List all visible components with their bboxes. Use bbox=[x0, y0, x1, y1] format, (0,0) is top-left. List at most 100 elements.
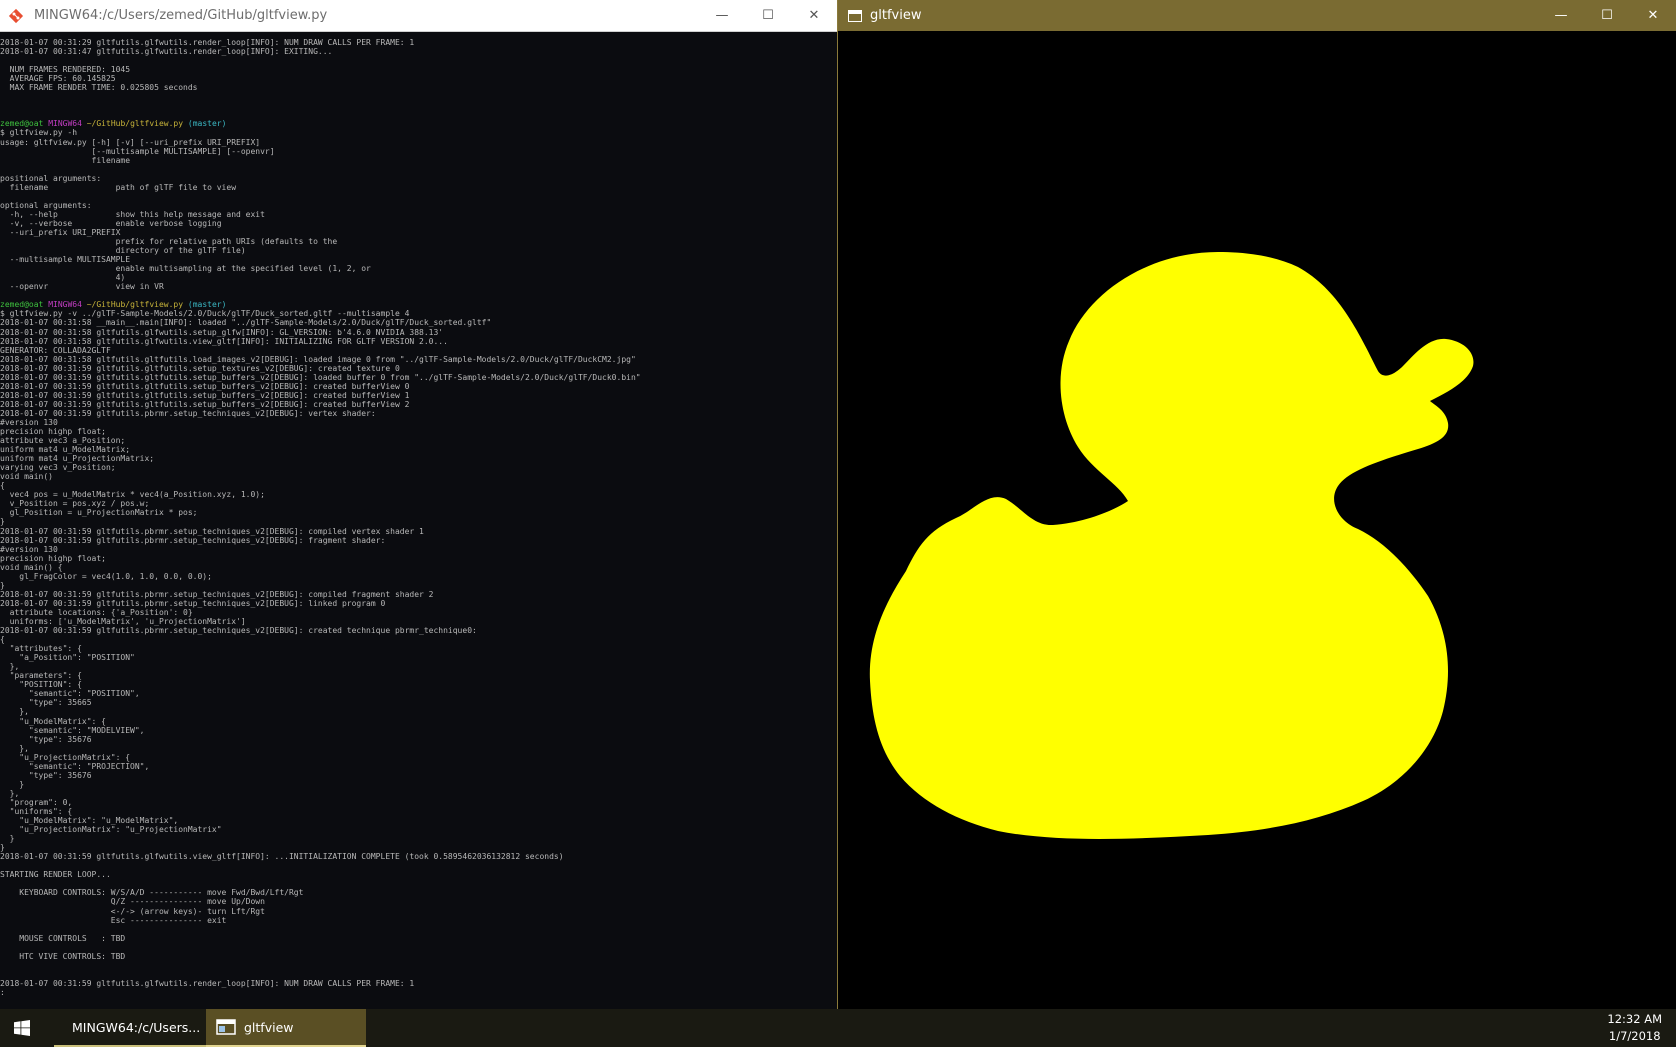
terminal-line: v_Position = pos.xyz / pos.w; bbox=[0, 499, 150, 509]
prompt-path: ~/GitHub/gltfview.py bbox=[86, 300, 184, 310]
terminal-line: --openvr view in VR bbox=[0, 282, 164, 292]
terminal-line: filename bbox=[0, 155, 131, 165]
windows-logo-icon bbox=[14, 1020, 30, 1036]
terminal-line: "u_ProjectionMatrix": "u_ProjectionMatri… bbox=[0, 825, 222, 835]
terminal-line: 2018-01-07 00:31:59 gltfutils.glfwutils.… bbox=[0, 852, 564, 862]
terminal-line: uniforms: ['u_ModelMatrix', 'u_Projectio… bbox=[0, 617, 246, 626]
window-icon bbox=[216, 1019, 236, 1035]
gltfview-title: gltfview bbox=[870, 8, 922, 23]
terminal-line: KEYBOARD CONTROLS: W/S/A/D ----------- m… bbox=[0, 888, 304, 898]
maximize-button[interactable]: ☐ bbox=[745, 0, 791, 31]
taskbar-item-mingw[interactable]: MINGW64:/c/Users... bbox=[54, 1009, 206, 1047]
prompt-path: ~/GitHub/gltfview.py bbox=[86, 119, 184, 129]
minimize-button[interactable]: — bbox=[1538, 0, 1584, 31]
terminal-line: "a_Position": "POSITION" bbox=[0, 653, 135, 663]
terminal-line: { bbox=[0, 481, 5, 491]
terminal-line: --multisample MULTISAMPLE bbox=[0, 255, 131, 265]
shell-prompt: zemed@oat MINGW64 ~/GitHub/gltfview.py (… bbox=[0, 300, 837, 309]
terminal-line: gl_Position = u_ProjectionMatrix * pos; bbox=[0, 508, 198, 518]
terminal-line: usage: gltfview.py [-h] [-v] [--uri_pref… bbox=[0, 137, 261, 147]
window-icon bbox=[848, 9, 862, 22]
terminal-line: 2018-01-07 00:31:59 gltfutils.gltfutils.… bbox=[0, 372, 641, 382]
clock-time: 12:32 AM bbox=[1607, 1012, 1662, 1026]
taskbar-item-gltfview[interactable]: gltfview bbox=[206, 1009, 366, 1047]
terminal-line: 2018-01-07 00:31:58 __main__.main[INFO]:… bbox=[0, 318, 492, 328]
terminal-line: attribute locations: {'a_Position': 0} bbox=[0, 607, 193, 617]
gltfview-titlebar[interactable]: gltfview — ☐ ✕ bbox=[838, 0, 1676, 31]
terminal-line: } bbox=[0, 580, 5, 590]
terminal-line: 2018-01-07 00:31:47 gltfutils.glfwutils.… bbox=[0, 47, 333, 57]
terminal-line: "program": 0, bbox=[0, 797, 73, 807]
start-button[interactable] bbox=[0, 1009, 44, 1047]
prompt-env: MINGW64 bbox=[48, 119, 82, 129]
terminal-line: <-/-> (arrow keys)- turn Lft/Rgt bbox=[0, 906, 265, 916]
shell-prompt: zemed@oat MINGW64 ~/GitHub/gltfview.py (… bbox=[0, 119, 837, 128]
prompt-user: zemed@oat bbox=[0, 119, 44, 129]
render-viewport[interactable] bbox=[838, 31, 1676, 1009]
terminal-line: GENERATOR: COLLADA2GLTF bbox=[0, 345, 111, 355]
terminal-line: precision highp float; bbox=[0, 553, 106, 563]
terminal-line: "u_ProjectionMatrix": { bbox=[0, 752, 131, 762]
terminal-line: 2018-01-07 00:31:29 gltfutils.glfwutils.… bbox=[0, 38, 415, 47]
terminal-line: #version 130 bbox=[0, 417, 58, 427]
terminal-line: STARTING RENDER LOOP... bbox=[0, 870, 111, 880]
terminal-line: "type": 35676 bbox=[0, 770, 92, 780]
terminal-line: Q/Z --------------- move Up/Down bbox=[0, 897, 265, 907]
terminal-line: "parameters": { bbox=[0, 671, 82, 681]
terminal-line: uniform mat4 u_ModelMatrix; bbox=[0, 445, 131, 455]
terminal-line: $ gltfview.py -v ../glTF-Sample-Models/2… bbox=[0, 309, 410, 319]
terminal-line: "POSITION": { bbox=[0, 680, 82, 690]
minimize-button[interactable]: — bbox=[699, 0, 745, 31]
terminal-text: 2018-01-07 00:31:29 gltfutils.glfwutils.… bbox=[0, 38, 837, 997]
terminal-line: : bbox=[0, 987, 5, 997]
terminal-line: void main() bbox=[0, 472, 53, 482]
terminal-line: directory of the glTF file) bbox=[0, 246, 246, 256]
terminal-line: 2018-01-07 00:31:59 gltfutils.pbrmr.setu… bbox=[0, 598, 386, 608]
terminal-line: "semantic": "PROJECTION", bbox=[0, 761, 150, 771]
terminal-line: 2018-01-07 00:31:59 gltfutils.gltfutils.… bbox=[0, 381, 410, 391]
terminal-line: HTC VIVE CONTROLS: TBD bbox=[0, 951, 126, 961]
terminal-line: optional arguments: bbox=[0, 200, 92, 210]
terminal-line: -v, --verbose enable verbose logging bbox=[0, 218, 222, 228]
terminal-output[interactable]: 2018-01-07 00:31:29 gltfutils.glfwutils.… bbox=[0, 38, 837, 1009]
terminal-line: MAX FRAME RENDER TIME: 0.025805 seconds bbox=[0, 83, 198, 93]
duck-model bbox=[869, 252, 1474, 839]
terminal-line: filename path of glTF file to view bbox=[0, 182, 237, 192]
terminal-titlebar[interactable]: MINGW64:/c/Users/zemed/GitHub/gltfview.p… bbox=[0, 0, 837, 32]
close-button[interactable]: ✕ bbox=[1630, 0, 1676, 31]
terminal-line: 2018-01-07 00:31:58 gltfutils.glfwutils.… bbox=[0, 336, 448, 346]
maximize-button[interactable]: ☐ bbox=[1584, 0, 1630, 31]
taskbar-item-label: gltfview bbox=[244, 1019, 294, 1035]
terminal-line: } bbox=[0, 779, 25, 789]
terminal-line: 2018-01-07 00:31:59 gltfutils.pbrmr.setu… bbox=[0, 535, 386, 545]
terminal-line: }, bbox=[0, 743, 29, 753]
prompt-user: zemed@oat bbox=[0, 300, 44, 310]
terminal-line: [--multisample MULTISAMPLE] [--openvr] bbox=[0, 146, 275, 156]
gltfview-window[interactable]: gltfview — ☐ ✕ bbox=[837, 0, 1676, 1009]
close-button[interactable]: ✕ bbox=[791, 0, 837, 31]
terminal-line: vec4 pos = u_ModelMatrix * vec4(a_Positi… bbox=[0, 490, 265, 500]
terminal-line: varying vec3 v_Position; bbox=[0, 463, 116, 473]
terminal-line: MOUSE CONTROLS : TBD bbox=[0, 933, 126, 943]
terminal-line: 2018-01-07 00:31:59 gltfutils.pbrmr.setu… bbox=[0, 408, 376, 418]
system-clock[interactable]: 12:32 AM 1/7/2018 bbox=[1607, 1011, 1662, 1045]
terminal-line: }, bbox=[0, 662, 20, 672]
terminal-line: enable multisampling at the specified le… bbox=[0, 264, 371, 274]
terminal-line: "semantic": "MODELVIEW", bbox=[0, 725, 145, 735]
terminal-line: void main() { bbox=[0, 562, 63, 572]
terminal-window[interactable]: MINGW64:/c/Users/zemed/GitHub/gltfview.p… bbox=[0, 0, 837, 1009]
terminal-line: { bbox=[0, 635, 5, 645]
clock-date: 1/7/2018 bbox=[1608, 1029, 1661, 1043]
